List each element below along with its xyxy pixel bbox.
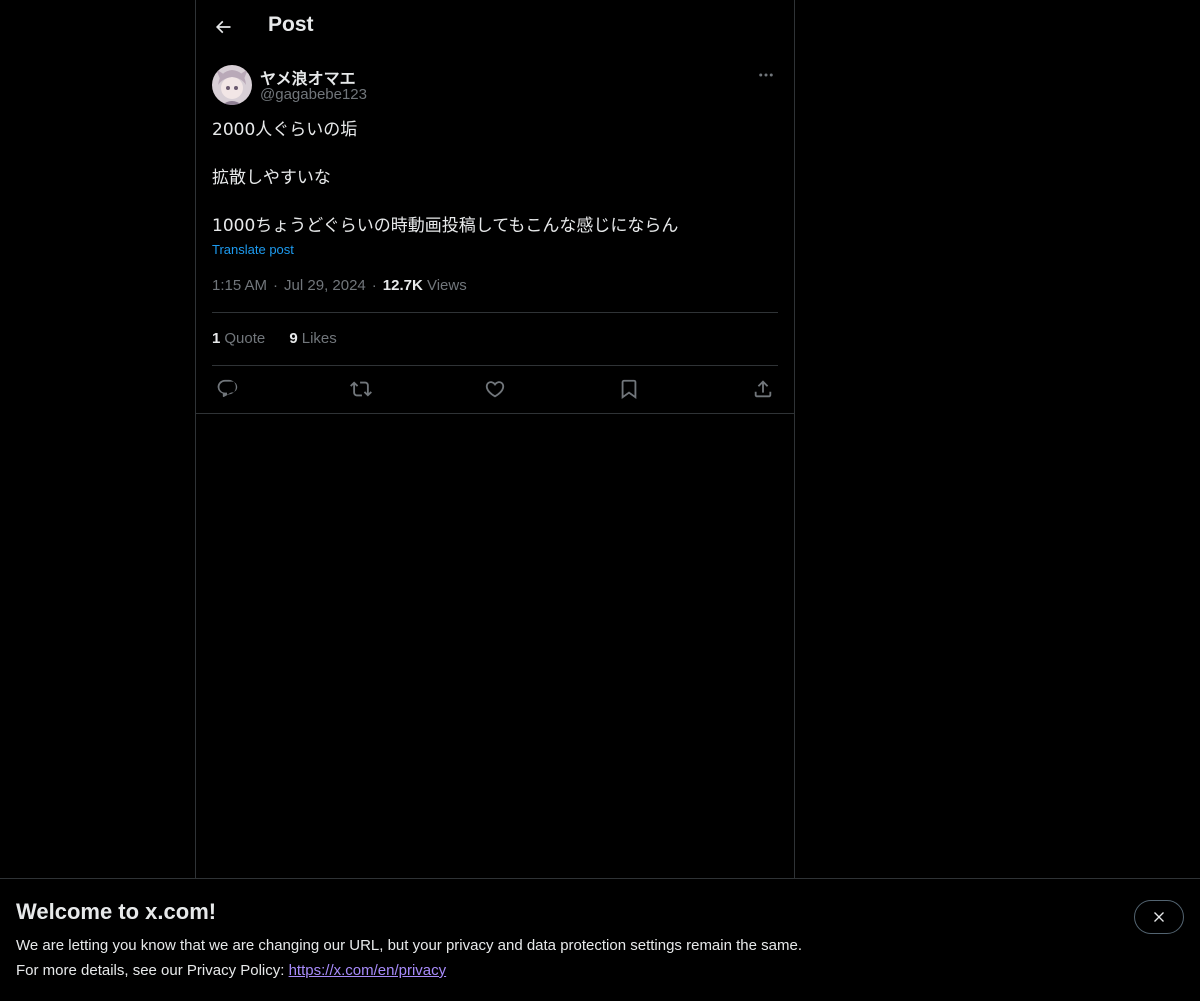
banner-privacy-prefix: For more details, see our Privacy Policy…: [16, 962, 289, 979]
tweet-text: 2000人ぐらいの垢 拡散しやすいな 1000ちょうどぐらいの時動画投稿してもこ…: [212, 120, 679, 236]
engagement-stats: 1 Quote 9 Likes: [212, 330, 357, 347]
bookmark-button[interactable]: [614, 375, 644, 403]
banner-close-button[interactable]: [1134, 900, 1184, 934]
likes-label: Likes: [301, 330, 337, 347]
views-label: Views: [426, 277, 467, 294]
back-button[interactable]: [206, 10, 240, 44]
retweet-icon: [350, 381, 372, 397]
divider: [212, 365, 778, 366]
likes-count: 9: [289, 330, 298, 347]
avatar[interactable]: [212, 65, 252, 105]
more-horizontal-icon: [759, 73, 773, 77]
bookmark-icon: [621, 379, 637, 400]
banner-privacy-line: For more details, see our Privacy Policy…: [16, 962, 446, 979]
share-icon: [754, 380, 772, 398]
translate-post-link[interactable]: Translate post: [212, 242, 294, 257]
url-change-banner: Welcome to x.com! We are letting you kno…: [0, 878, 1200, 1001]
action-bar: [212, 375, 778, 403]
tweet-date[interactable]: Jul 29, 2024: [284, 277, 366, 294]
reply-icon: [217, 379, 238, 398]
share-button[interactable]: [748, 375, 778, 403]
more-options-button[interactable]: [754, 65, 778, 85]
page-header: Post: [196, 0, 794, 54]
tweet-time[interactable]: 1:15 AM: [212, 277, 267, 294]
banner-message: We are letting you know that we are chan…: [16, 937, 802, 954]
author-row: ヤメ浪オマエ @gagabebe123: [212, 65, 778, 109]
retweet-button[interactable]: [346, 375, 376, 403]
likes-stat[interactable]: 9 Likes: [289, 330, 336, 347]
banner-title: Welcome to x.com!: [16, 899, 217, 924]
close-icon: [1154, 912, 1164, 922]
quotes-count: 1: [212, 330, 221, 347]
avatar-image: [212, 65, 252, 105]
reply-button[interactable]: [212, 375, 242, 403]
divider: [212, 312, 778, 313]
quotes-stat[interactable]: 1 Quote: [212, 330, 265, 347]
meta-separator: ·: [273, 277, 279, 294]
divider: [196, 413, 794, 414]
page-title: Post: [268, 13, 314, 36]
quotes-label: Quote: [224, 330, 266, 347]
arrow-left-icon: [215, 20, 231, 34]
views-count: 12.7K: [382, 277, 423, 294]
tweet-meta: 1:15 AM · Jul 29, 2024 · 12.7K Views: [212, 277, 467, 294]
meta-separator: ·: [371, 277, 377, 294]
like-button[interactable]: [480, 375, 510, 403]
primary-column: Post ヤメ浪オマエ @gagabebe123 2000人ぐらいの垢 拡散しや…: [195, 0, 795, 1000]
author-handle[interactable]: @gagabebe123: [260, 86, 367, 103]
privacy-policy-link[interactable]: https://x.com/en/privacy: [289, 962, 447, 979]
like-icon: [485, 381, 505, 398]
